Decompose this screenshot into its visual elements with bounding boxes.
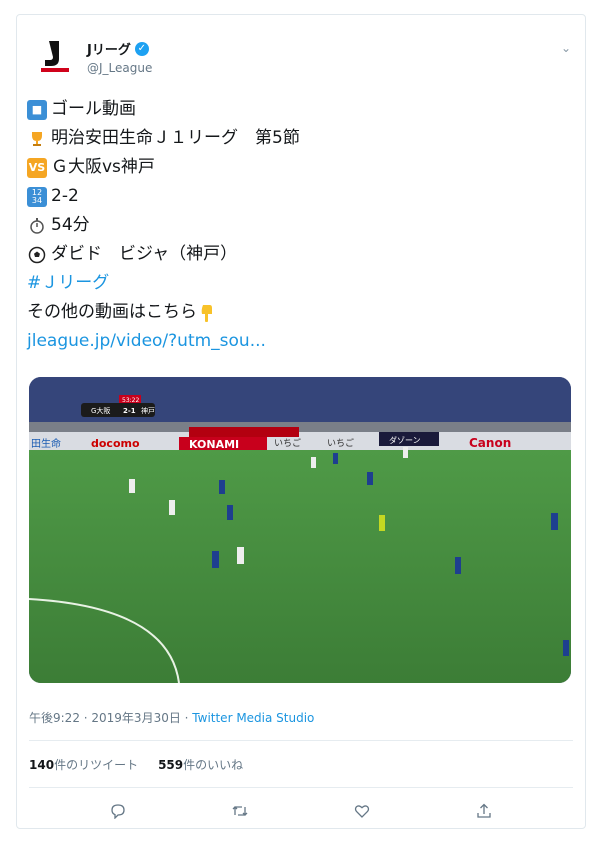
score: 2-1 (123, 407, 136, 415)
avatar[interactable] (35, 35, 75, 75)
retweet-count: 140 (29, 758, 55, 772)
ad-text: Canon (469, 436, 511, 450)
tweet-line-text: 54分 (51, 215, 90, 235)
user-handle[interactable]: @J_League (87, 61, 152, 75)
retweet-label: 件のリツイート (54, 758, 139, 772)
like-count: 559 (158, 758, 184, 772)
away-team: 神戸 (141, 406, 155, 415)
video-link[interactable]: jleague.jp/video/?utm_sou... (27, 327, 266, 356)
ad-text: docomo (91, 437, 140, 450)
ad-text: KONAMI (189, 438, 239, 451)
tweet-source[interactable]: Twitter Media Studio (192, 711, 314, 725)
home-team: G大阪 (91, 406, 110, 415)
tweet-line: その他の動画はこちら (27, 298, 567, 327)
soccer-ball-icon (27, 245, 47, 265)
tweet-line: jleague.jp/video/?utm_sou... (27, 327, 567, 356)
tweet-line: 明治安田生命Ｊ１リーグ 第5節 (27, 124, 567, 153)
pointing-down-icon (197, 303, 217, 323)
like-stat[interactable]: 559件のいいね (158, 756, 243, 773)
verified-badge-icon: ✓ (134, 41, 149, 56)
display-name-text[interactable]: Jリーグ (87, 39, 131, 58)
tweet-line-text: Ｇ大阪vs神戸 (51, 157, 155, 177)
tweet-timestamp[interactable]: 午後9:22 · 2019年3月30日 · (29, 711, 192, 725)
tweet-line-text: ダビド ビジャ（神戸） (51, 244, 238, 264)
tweet-line: ダビド ビジャ（神戸） (27, 240, 567, 269)
trophy-icon (27, 129, 47, 149)
like-icon[interactable] (332, 803, 392, 823)
ad-text: 田生命 (31, 437, 61, 450)
tweet-line: VS Ｇ大阪vs神戸 (27, 153, 567, 182)
tweet-line: 54分 (27, 211, 567, 240)
retweet-icon[interactable] (210, 803, 270, 823)
tweet-line: 12 34 2-2 (27, 182, 567, 211)
stopwatch-icon (27, 216, 47, 236)
display-name[interactable]: Jリーグ ✓ (87, 39, 149, 58)
ad-text: ダゾーン (389, 435, 421, 445)
pitch (29, 450, 571, 683)
tweet-stats: 140件のリツイート 559件のいいね (29, 756, 243, 773)
tweet-card: Jリーグ ✓ @J_League ⌄ ■ ゴール動画 明治安田生命Ｊ１リーグ 第… (16, 14, 586, 829)
tweet-line-text: 明治安田生命Ｊ１リーグ 第5節 (51, 128, 300, 148)
tweet-line: ■ ゴール動画 (27, 95, 567, 124)
tweet-text: ■ ゴール動画 明治安田生命Ｊ１リーグ 第5節 VS Ｇ大阪vs神戸 12 34 … (27, 95, 567, 356)
divider (29, 740, 573, 741)
like-label: 件のいいね (183, 758, 244, 772)
tweet-line-text: その他の動画はこちら (27, 302, 197, 322)
video-camera-icon: ■ (27, 99, 47, 120)
tweet-line-text: ゴール動画 (51, 99, 136, 119)
reply-icon[interactable] (88, 803, 148, 823)
retweet-stat[interactable]: 140件のリツイート (29, 756, 138, 773)
tweet-meta: 午後9:22 · 2019年3月30日 · Twitter Media Stud… (29, 709, 314, 726)
ad-text: いちご (274, 437, 301, 449)
share-icon[interactable] (454, 803, 514, 823)
action-bar (17, 803, 585, 823)
tweet-line: #Ｊリーグ (27, 269, 567, 298)
video-media[interactable]: 田生命 docomo KONAMI いちご いちご ダゾーン Canon 53:… (29, 377, 571, 683)
divider (29, 787, 573, 788)
chevron-down-icon[interactable]: ⌄ (561, 41, 571, 55)
ad-text: いちご (327, 437, 354, 449)
vs-icon: VS (27, 157, 47, 178)
match-time: 53:22 (122, 397, 139, 404)
video-frame[interactable]: 田生命 docomo KONAMI いちご いちご ダゾーン Canon 53:… (29, 377, 571, 683)
hashtag-link[interactable]: #Ｊリーグ (27, 269, 109, 298)
numbers-icon: 12 34 (27, 186, 47, 207)
tweet-line-text: 2-2 (51, 186, 79, 206)
